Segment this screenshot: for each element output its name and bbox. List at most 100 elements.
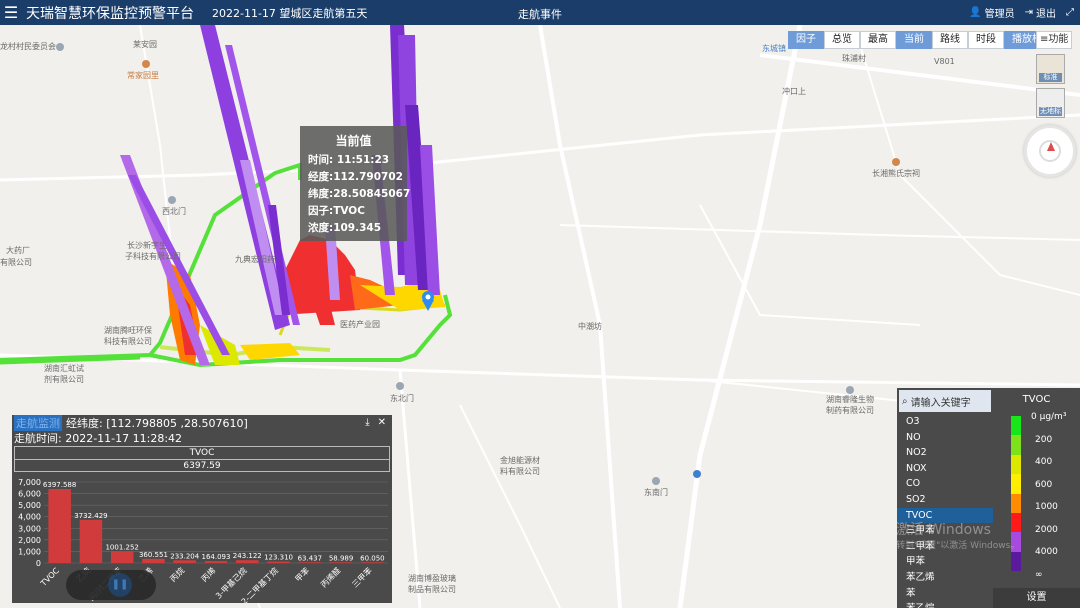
maptype-standard[interactable]: 标准 — [1036, 54, 1065, 84]
map-label: V801 — [934, 57, 955, 66]
toolbar-factor-button[interactable]: 因子 — [788, 31, 824, 49]
legend-label: 600 — [1035, 479, 1053, 490]
map-label: 莱安园 — [133, 40, 157, 49]
bar — [236, 560, 259, 563]
map-label: 九典宏阳药 — [235, 255, 275, 264]
bar — [298, 562, 322, 563]
bar-value-label: 360.551 — [139, 551, 168, 559]
event-title: 走航事件 — [518, 8, 562, 21]
factor-item[interactable]: NO2 — [897, 445, 993, 461]
factor-item[interactable]: 甲苯 — [897, 554, 993, 570]
y-tick-label: 3,000 — [18, 524, 41, 533]
compass-arrow-icon — [1047, 142, 1055, 151]
playback-control: ❚❚ — [66, 570, 156, 600]
bar-value-label: 60.050 — [360, 554, 385, 562]
poi-icon — [396, 382, 404, 390]
tooltip-latitude: 纬度:28.50845067 — [308, 188, 411, 200]
map-label: 珠浦村 — [842, 54, 866, 63]
factor-item[interactable]: NOX — [897, 461, 993, 477]
legend-settings-button[interactable]: 设置 — [993, 588, 1080, 608]
factor-item[interactable]: 苯乙烷 — [897, 601, 993, 608]
x-tick-label: TVOC — [38, 566, 61, 589]
tooltip-time: 时间: 11:51:23 — [308, 154, 390, 166]
function-button[interactable]: ≡功能 — [1036, 31, 1073, 49]
user-icon: 👤 — [969, 7, 982, 18]
windows-watermark: 激活 Windows — [896, 522, 991, 538]
app-title: 天瑞智慧环保监控预警平台 — [26, 5, 194, 22]
y-tick-label: 6,000 — [18, 490, 41, 499]
factor-item[interactable]: SO2 — [897, 492, 993, 508]
maptype-nolabel[interactable]: 无地标 — [1036, 88, 1065, 118]
user-label: 管理员 — [984, 9, 1015, 20]
map-label: 料有限公司 — [500, 467, 540, 476]
bar — [173, 560, 196, 563]
toolbar-period-button[interactable]: 时段 — [968, 31, 1004, 49]
search-placeholder: 请输入关键字 — [910, 397, 971, 409]
legend-swatch — [1011, 416, 1021, 436]
map-label: 东城镇 — [762, 44, 786, 53]
user-button[interactable]: 👤 管理员 — [969, 5, 1014, 20]
factor-item[interactable]: 苯乙烯 — [897, 570, 993, 586]
map-label: 中潮坊 — [578, 322, 602, 331]
legend-swatch — [1011, 435, 1021, 455]
map-label: 西北门 — [162, 207, 186, 216]
toolbar-highest-button[interactable]: 最高 — [860, 31, 896, 49]
poi-icon — [142, 60, 150, 68]
map-label: 科技有限公司 — [104, 337, 152, 346]
y-tick-label: 0 — [36, 559, 41, 568]
current-value-tooltip: 当前值 时间: 11:51:23 经度:112.790702 纬度:28.508… — [300, 126, 411, 241]
logout-button[interactable]: ⇥ 退出 — [1025, 5, 1056, 20]
map-label: 金旭能源材 — [500, 456, 540, 465]
legend-label: 2000 — [1035, 524, 1058, 535]
map-label: 剂有限公司 — [44, 375, 84, 384]
legend-swatch — [1011, 474, 1021, 494]
bar — [361, 562, 384, 563]
download-icon[interactable]: ⤓ — [365, 417, 369, 428]
close-icon[interactable]: ✕ — [378, 417, 386, 428]
compass-control[interactable] — [1024, 125, 1076, 177]
y-tick-label: 7,000 — [18, 478, 41, 487]
x-tick-label: 三甲苯 — [350, 565, 374, 589]
function-label: 功能 — [1048, 34, 1069, 45]
legend-label: 200 — [1035, 434, 1053, 445]
map-label: 东北门 — [390, 394, 414, 403]
factor-items: O3NONO2NOXCOSO2TVOC三甲苯二甲苯甲苯苯乙烯苯苯乙烷 — [897, 414, 993, 608]
toolbar-route-button[interactable]: 路线 — [932, 31, 968, 49]
bar — [142, 558, 165, 563]
menu-icon[interactable]: ☰ — [0, 0, 22, 25]
concentration-legend: TVOC 0 μg/m³ 200 400 600 1000 2000 4000 ∞ 设置 — [993, 388, 1080, 608]
bar-value-label: 58.989 — [329, 554, 354, 562]
x-tick-label: 丙烯醛 — [318, 565, 342, 589]
poi-icon — [168, 196, 176, 204]
map-label: 子科技有限公司 — [125, 252, 181, 261]
factor-name: TVOC — [189, 448, 215, 458]
bar-value-label: 243.122 — [233, 552, 262, 560]
factor-item[interactable]: 苯 — [897, 586, 993, 602]
bar — [110, 551, 134, 563]
map-label: 制药有限公司 — [826, 406, 874, 415]
legend-swatch — [1011, 493, 1021, 513]
toolbar-overview-button[interactable]: 总览 — [824, 31, 860, 49]
map-label: 龙村村民委员会 — [0, 42, 56, 51]
bar — [204, 561, 228, 563]
y-tick-label: 1,000 — [18, 547, 41, 556]
factor-item[interactable]: NO — [897, 430, 993, 446]
poi-icon — [892, 158, 900, 166]
legend-swatch — [1011, 512, 1021, 533]
factor-list-panel: ⌕ 请输入关键字 O3 NO NO2 NOX CO SO2 TVOC 三甲苯 二甲苯 甲苯 苯乙烯苯… — [897, 388, 993, 608]
bar-value-label: 164.093 — [202, 553, 231, 561]
fullscreen-icon[interactable]: ⤢ — [1066, 5, 1074, 20]
factor-value: 6397.59 — [15, 459, 389, 471]
legend-title: TVOC — [1022, 394, 1051, 405]
toolbar-current-button[interactable]: 当前 — [896, 31, 932, 49]
tooltip-factor: 因子:TVOC — [308, 205, 365, 217]
factor-item[interactable]: O3 — [897, 414, 993, 430]
date-label: 2022-11-17 望城区走航第五天 — [212, 6, 368, 20]
top-header: ☰ 天瑞智慧环保监控预警平台 2022-11-17 望城区走航第五天 走航事件 … — [0, 0, 1080, 25]
pause-button[interactable]: ❚❚ — [108, 573, 132, 597]
legend-label: 400 — [1035, 457, 1053, 467]
factor-search[interactable]: ⌕ 请输入关键字 — [899, 390, 991, 412]
x-tick-label: 丙烷 — [168, 565, 186, 583]
factor-item[interactable]: CO — [897, 476, 993, 492]
map-toolbar: 因子 总览 最高 当前 路线 时段 播放栏 — [788, 31, 1050, 49]
